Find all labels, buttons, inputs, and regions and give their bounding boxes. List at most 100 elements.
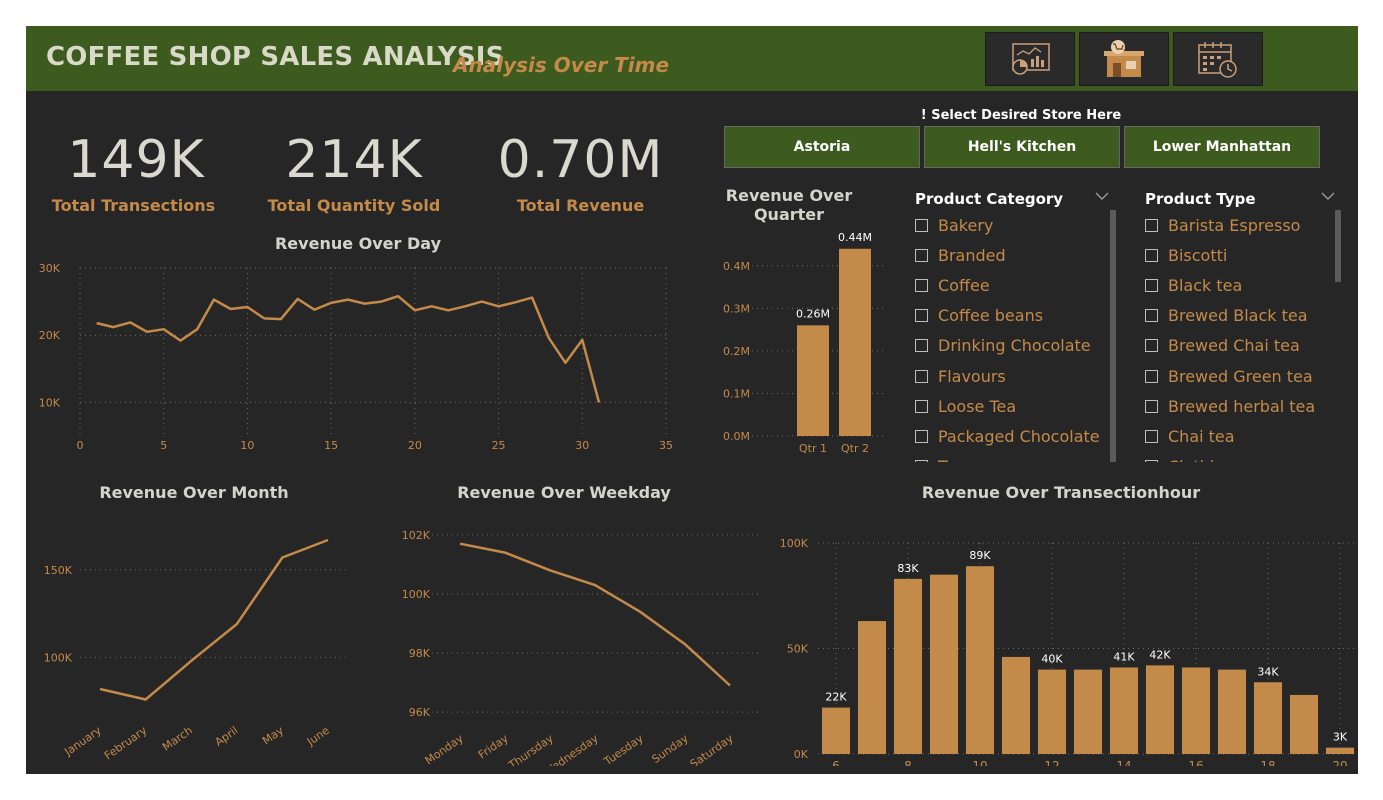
checkbox[interactable] (915, 218, 928, 232)
bar-hour (929, 574, 959, 754)
y-tick-label: 0K (794, 748, 809, 761)
bar-hour (1001, 656, 1031, 754)
slicer-item[interactable]: Brewed Green tea (1145, 361, 1330, 391)
kpi-transactions-value: 149K (67, 130, 205, 190)
chart-title-day: Revenue Over Day (274, 234, 441, 253)
checkbox[interactable] (915, 309, 928, 323)
checkbox[interactable] (915, 429, 928, 443)
nav-store-button[interactable] (1079, 32, 1169, 86)
y-tick-label: 50K (787, 643, 809, 656)
checkbox[interactable] (915, 278, 928, 292)
checkbox[interactable] (1145, 460, 1158, 462)
x-tick-label: 14 (1116, 759, 1131, 766)
bar-data-label: 22K (825, 691, 847, 704)
y-tick-label: 100K (44, 651, 73, 664)
checkbox[interactable] (1145, 339, 1158, 353)
header-bar: COFFEE SHOP SALES ANALYSIS Analysis Over… (26, 26, 1358, 91)
checkbox[interactable] (1145, 399, 1158, 413)
chart-revenue-over-month: 150K 100K JanuaryFebruary March April May June (44, 538, 348, 763)
y-tick-label: 10K (39, 396, 61, 409)
slicer-item[interactable]: Packaged Chocolate (915, 421, 1100, 451)
slicer-item[interactable]: Brewed Chai tea (1145, 331, 1330, 361)
nav-dashboard-button[interactable] (985, 32, 1075, 86)
slicer-item[interactable]: Biscotti (1145, 240, 1330, 270)
bar-hour (1217, 669, 1247, 754)
y-tick-label: 0.1M (723, 387, 750, 400)
slicer-item[interactable]: Brewed herbal tea (1145, 391, 1330, 421)
y-tick-label: 100K (402, 588, 431, 601)
chevron-down-icon[interactable] (1095, 191, 1109, 201)
nav-calendar-button[interactable] (1173, 32, 1263, 86)
x-tick-label: 8 (904, 759, 912, 766)
y-tick-label: 96K (409, 706, 431, 719)
slicer-item-label: Biscotti (1168, 245, 1228, 265)
store-button-lower-manhattan[interactable]: Lower Manhattan (1124, 126, 1320, 168)
slicer-item-label: Barista Espresso (1168, 215, 1301, 235)
store-button-astoria[interactable]: Astoria (724, 126, 920, 168)
y-tick-label: 30K (39, 262, 61, 275)
chart-title-month: Revenue Over Month (99, 483, 289, 502)
bar-hour (1073, 669, 1103, 754)
slicer-item[interactable]: Barista Espresso (1145, 210, 1330, 240)
bar-data-label: 40K (1041, 653, 1063, 666)
slicer-item-label: Tea (938, 457, 965, 462)
slicer-item[interactable]: Brewed Black tea (1145, 301, 1330, 331)
x-tick-label: 16 (1188, 759, 1203, 766)
x-tick-label: 10 (240, 439, 254, 452)
slicer-item[interactable]: Flavours (915, 361, 1100, 391)
chevron-down-icon[interactable] (1321, 191, 1335, 201)
page-title: COFFEE SHOP SALES ANALYSIS (46, 42, 505, 72)
slicer-item[interactable]: Clothing (1145, 452, 1330, 462)
x-tick-label: 6 (832, 759, 840, 766)
checkbox[interactable] (915, 369, 928, 383)
slicer-item[interactable]: Coffee beans (915, 301, 1100, 331)
x-tick-label: February (102, 724, 150, 763)
slicer-item[interactable]: Chai tea (1145, 421, 1330, 451)
checkbox[interactable] (915, 460, 928, 462)
checkbox[interactable] (1145, 248, 1158, 262)
bar-data-label: 42K (1149, 648, 1171, 661)
slicer-category-scrollbar[interactable] (1110, 210, 1116, 462)
checkbox[interactable] (1145, 278, 1158, 292)
slicer-item[interactable]: Drinking Chocolate (915, 331, 1100, 361)
slicer-item-label: Chai tea (1168, 426, 1235, 446)
slicer-item[interactable]: Coffee (915, 270, 1100, 300)
slicer-item[interactable]: Bakery (915, 210, 1100, 240)
slicer-item-label: Brewed Chai tea (1168, 336, 1300, 356)
series-line-revenue-weekday (459, 542, 731, 687)
checkbox[interactable] (1145, 429, 1158, 443)
slicer-item-label: Drinking Chocolate (938, 336, 1091, 356)
checkbox[interactable] (1145, 369, 1158, 383)
slicer-item-label: Clothing (1168, 457, 1235, 462)
checkbox[interactable] (1145, 309, 1158, 323)
bar-hour (857, 621, 887, 754)
x-tick-label: 12 (1044, 759, 1059, 766)
x-tick-label: 20 (1332, 759, 1347, 766)
checkbox[interactable] (915, 248, 928, 262)
slicer-item-label: Black tea (1168, 275, 1243, 295)
slicer-item[interactable]: Loose Tea (915, 391, 1100, 421)
slicer-type-header: Product Type (1145, 190, 1256, 208)
dashboard-frame: COFFEE SHOP SALES ANALYSIS Analysis Over… (26, 26, 1358, 774)
y-tick-label: 100K (780, 537, 809, 550)
slicer-type-scrollbar[interactable] (1335, 210, 1341, 282)
x-tick-label: Tuesday (601, 732, 646, 766)
bar-hour (965, 566, 995, 754)
x-tick-label: 5 (160, 439, 167, 452)
slicer-item-label: Branded (938, 245, 1006, 265)
checkbox[interactable] (1145, 218, 1158, 232)
x-tick-label: 18 (1260, 759, 1275, 766)
slicer-item-label: Loose Tea (938, 396, 1017, 416)
bar-hour (821, 707, 851, 754)
store-button-hells-kitchen[interactable]: Hell's Kitchen (924, 126, 1120, 168)
checkbox[interactable] (915, 399, 928, 413)
slicer-item[interactable]: Tea (915, 452, 1100, 462)
dashboard-analytics-icon (1012, 43, 1050, 75)
x-tick-label: 15 (324, 439, 338, 452)
calendar-clock-icon (1198, 42, 1237, 78)
slicer-item[interactable]: Black tea (1145, 270, 1330, 300)
chart-revenue-over-hour: 100K 50K 0K 6 8 10 12 14 16 18 20 22K 83K 89K 40K 41K 42… (780, 537, 1358, 766)
slicer-item[interactable]: Branded (915, 240, 1100, 270)
checkbox[interactable] (915, 339, 928, 353)
y-tick-label: 0.2M (723, 345, 750, 358)
